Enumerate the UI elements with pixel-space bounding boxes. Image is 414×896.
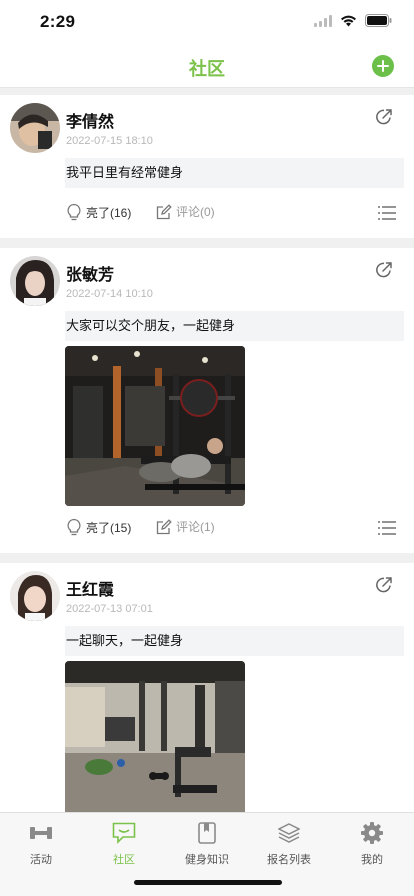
- edit-icon: [156, 518, 172, 534]
- tab-label: 社区: [113, 854, 135, 866]
- like-count: 亮了(16): [86, 205, 132, 220]
- tab-label: 健身知识: [185, 854, 229, 866]
- tab-community[interactable]: 社区: [83, 821, 165, 867]
- dumbbell-icon: [30, 827, 52, 839]
- post-date: 2022-07-13 07:01: [66, 603, 153, 615]
- like-count: 亮了(15): [86, 520, 132, 535]
- battery-icon: [365, 14, 392, 27]
- post-photo[interactable]: [65, 661, 245, 821]
- post-photo[interactable]: [65, 346, 245, 506]
- post-author[interactable]: 张敏芳: [66, 261, 114, 285]
- list-icon: [378, 521, 396, 535]
- post-content: 大家可以交个朋友，一起健身: [65, 311, 404, 341]
- community-feed: 李倩然 2022-07-15 18:10 我平日里有经常健身 亮了(16) 评论…: [0, 95, 414, 873]
- tab-profile[interactable]: 我的: [331, 821, 413, 867]
- book-icon: [198, 822, 216, 844]
- status-time: 2:29: [40, 12, 76, 31]
- share-button[interactable]: [374, 575, 394, 600]
- edit-icon: [156, 203, 172, 219]
- status-icons: [314, 14, 392, 27]
- comment-button[interactable]: 评论(1): [156, 518, 215, 535]
- status-bar: 2:29: [0, 0, 414, 44]
- plus-icon: [377, 60, 389, 72]
- post-author[interactable]: 李倩然: [66, 108, 114, 132]
- tab-label: 我的: [361, 854, 383, 866]
- comment-count: 评论(0): [176, 205, 215, 219]
- post-date: 2022-07-15 18:10: [66, 135, 153, 147]
- add-post-button[interactable]: [372, 55, 394, 77]
- tab-activity[interactable]: 活动: [0, 821, 82, 867]
- post-card: 张敏芳 2022-07-14 10:10 大家可以交个朋友，一起健身 亮了(15…: [0, 248, 414, 553]
- post-actions: 亮了(16) 评论(0): [66, 203, 396, 225]
- share-button[interactable]: [374, 107, 394, 132]
- avatar[interactable]: [10, 256, 60, 306]
- comment-button[interactable]: 评论(0): [156, 203, 215, 220]
- avatar[interactable]: [10, 571, 60, 621]
- page-title: 社区: [189, 59, 225, 79]
- gear-icon: [361, 822, 383, 844]
- tab-label: 报名列表: [267, 854, 311, 866]
- chat-bubble-icon: [112, 822, 136, 844]
- avatar[interactable]: [10, 103, 60, 153]
- wifi-icon: [341, 15, 356, 26]
- lightbulb-icon: [67, 518, 81, 536]
- tab-fitness-knowledge[interactable]: 健身知识: [166, 821, 248, 867]
- share-button[interactable]: [374, 260, 394, 285]
- like-button[interactable]: 亮了(16): [66, 203, 131, 221]
- post-author[interactable]: 王红霞: [66, 576, 114, 600]
- share-icon: [376, 262, 392, 278]
- post-actions: 亮了(15) 评论(1): [66, 518, 396, 540]
- nav-bar: 社区: [0, 44, 414, 88]
- list-icon: [378, 206, 396, 220]
- post-content: 我平日里有经常健身: [65, 158, 404, 188]
- more-button[interactable]: [378, 206, 396, 225]
- tab-label: 活动: [30, 854, 52, 866]
- share-icon: [376, 109, 392, 125]
- post-content: 一起聊天，一起健身: [65, 626, 404, 656]
- like-button[interactable]: 亮了(15): [66, 518, 131, 536]
- tab-registration-list[interactable]: 报名列表: [248, 821, 330, 867]
- more-button[interactable]: [378, 521, 396, 540]
- post-card: 李倩然 2022-07-15 18:10 我平日里有经常健身 亮了(16) 评论…: [0, 95, 414, 238]
- layers-icon: [278, 823, 300, 843]
- lightbulb-icon: [67, 203, 81, 221]
- post-date: 2022-07-14 10:10: [66, 288, 153, 300]
- signal-icon: [314, 14, 332, 27]
- home-indicator[interactable]: [134, 880, 282, 885]
- share-icon: [376, 577, 392, 593]
- comment-count: 评论(1): [176, 520, 215, 534]
